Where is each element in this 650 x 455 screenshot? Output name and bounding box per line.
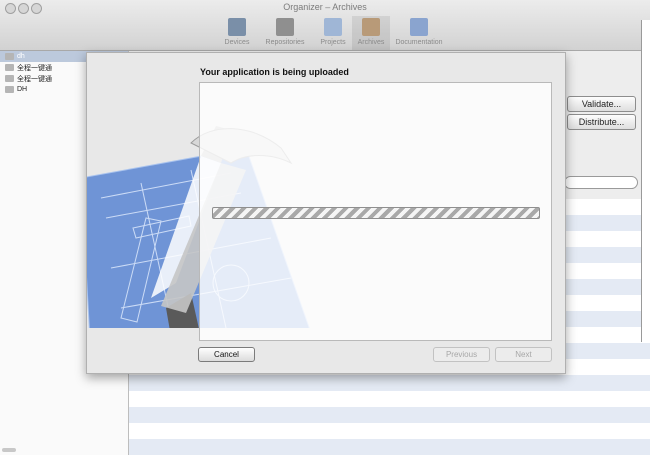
search-input[interactable] [564,176,638,189]
sheet-title: Your application is being uploaded [200,67,349,77]
table-row[interactable] [129,439,650,455]
validate-button[interactable]: Validate... [567,96,636,112]
table-row[interactable] [129,407,650,423]
toolbar-label: Repositories [265,39,305,46]
toolbar-label: Documentation [395,39,443,46]
repositories-icon [276,18,294,36]
toolbar-documentation[interactable]: Documentation [390,16,448,50]
distribute-button[interactable]: Distribute... [567,114,636,130]
sidebar-item-label: 全程一键通 [17,75,52,83]
sidebar-item-label: dh [17,53,25,60]
documentation-icon [410,18,428,36]
toolbar: Devices Repositories Projects Archives D… [218,16,448,50]
toolbar-devices[interactable]: Devices [218,16,256,50]
upload-sheet: Your application is being uploaded Cance… [86,52,566,374]
toolbar-label: Devices [224,39,250,46]
archives-icon [362,18,380,36]
toolbar-repositories[interactable]: Repositories [256,16,314,50]
archive-icon [5,64,14,71]
toolbar-label: Projects [320,39,346,46]
cancel-button[interactable]: Cancel [198,347,255,362]
projects-icon [324,18,342,36]
toolbar-label: Archives [357,39,385,46]
archive-icon [5,86,14,93]
table-row[interactable] [129,423,650,439]
upload-progress-bar [212,207,540,219]
table-row[interactable] [129,375,650,391]
archive-icon [5,75,14,82]
devices-icon [228,18,246,36]
sidebar-scrollbar[interactable] [2,448,16,452]
next-button[interactable]: Next [495,347,552,362]
upload-status-panel [199,82,552,341]
archive-icon [5,53,14,60]
window-title: Organizer – Archives [283,2,367,12]
previous-button[interactable]: Previous [433,347,490,362]
table-row[interactable] [129,391,650,407]
toolbar-archives[interactable]: Archives [352,16,390,50]
title-bar: Organizer – Archives Devices Repositorie… [0,0,650,51]
sidebar-item-label: 全程一键通 [17,64,52,72]
sidebar-item-label: DH [17,86,28,93]
toolbar-projects[interactable]: Projects [314,16,352,50]
adjacent-window-edge [641,20,650,342]
